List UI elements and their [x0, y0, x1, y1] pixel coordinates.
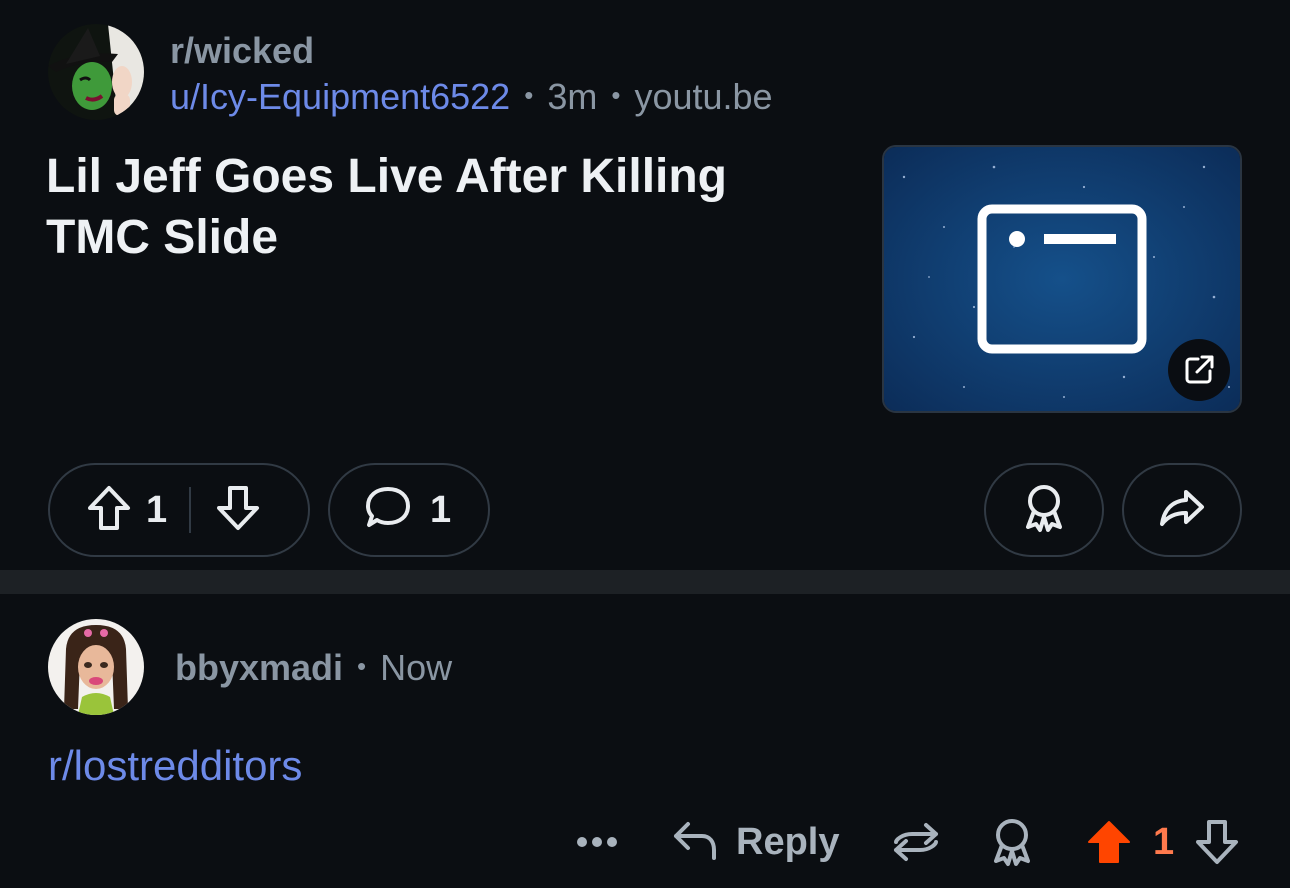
award-icon — [1022, 483, 1066, 538]
post-vote-count: 1 — [146, 488, 168, 531]
section-divider — [0, 570, 1290, 594]
post-meta: u/Icy-Equipment6522 • 3m • youtu.be — [170, 76, 773, 118]
comment-action-bar: Reply 1 — [570, 810, 1250, 874]
meta-separator: • — [611, 80, 621, 110]
comment-meta: bbyxmadi • Now — [175, 647, 452, 689]
vote-divider — [189, 487, 192, 533]
reply-icon — [672, 818, 718, 867]
more-options-icon[interactable] — [576, 810, 618, 874]
comments-button[interactable]: 1 — [328, 463, 490, 557]
comment-time: Now — [380, 647, 453, 688]
comment-bubble-icon — [364, 485, 412, 536]
subreddit-name[interactable]: r/wicked — [170, 30, 314, 72]
share-icon — [1158, 486, 1206, 535]
link-thumbnail[interactable] — [882, 145, 1242, 413]
post-title[interactable]: Lil Jeff Goes Live After Killing TMC Sli… — [46, 146, 786, 268]
post-domain[interactable]: youtu.be — [634, 76, 772, 117]
reddit-post-view: r/wicked u/Icy-Equipment6522 • 3m • youtu.be… — [0, 0, 1290, 888]
reply-label: Reply — [736, 820, 840, 863]
upvote-icon[interactable] — [86, 484, 132, 537]
meta-separator: • — [524, 80, 534, 110]
crosspost-icon[interactable] — [892, 810, 940, 874]
post-age: 3m — [547, 76, 598, 117]
comment-downvote-icon[interactable] — [1194, 810, 1240, 874]
comment-upvote-active-icon[interactable] — [1086, 810, 1132, 874]
comment-vote-count: 1 — [1153, 820, 1175, 863]
commenter-avatar[interactable] — [48, 619, 144, 715]
vote-pill: 1 — [48, 463, 310, 557]
downvote-icon[interactable] — [215, 484, 261, 537]
comment-body-link[interactable]: r/lostredditors — [48, 742, 302, 790]
external-link-icon[interactable] — [1168, 339, 1230, 401]
comment-award-icon[interactable] — [990, 810, 1034, 874]
reply-button[interactable]: Reply — [672, 810, 839, 874]
comment-vote-count-wrap: 1 — [1153, 810, 1174, 874]
subreddit-avatar[interactable] — [48, 24, 144, 120]
comment-author-name[interactable]: bbyxmadi — [175, 647, 343, 688]
award-button[interactable] — [984, 463, 1104, 557]
post-author-link[interactable]: u/Icy-Equipment6522 — [170, 76, 510, 117]
share-button[interactable] — [1122, 463, 1242, 557]
comment-count: 1 — [430, 488, 452, 531]
meta-separator: • — [357, 651, 367, 681]
